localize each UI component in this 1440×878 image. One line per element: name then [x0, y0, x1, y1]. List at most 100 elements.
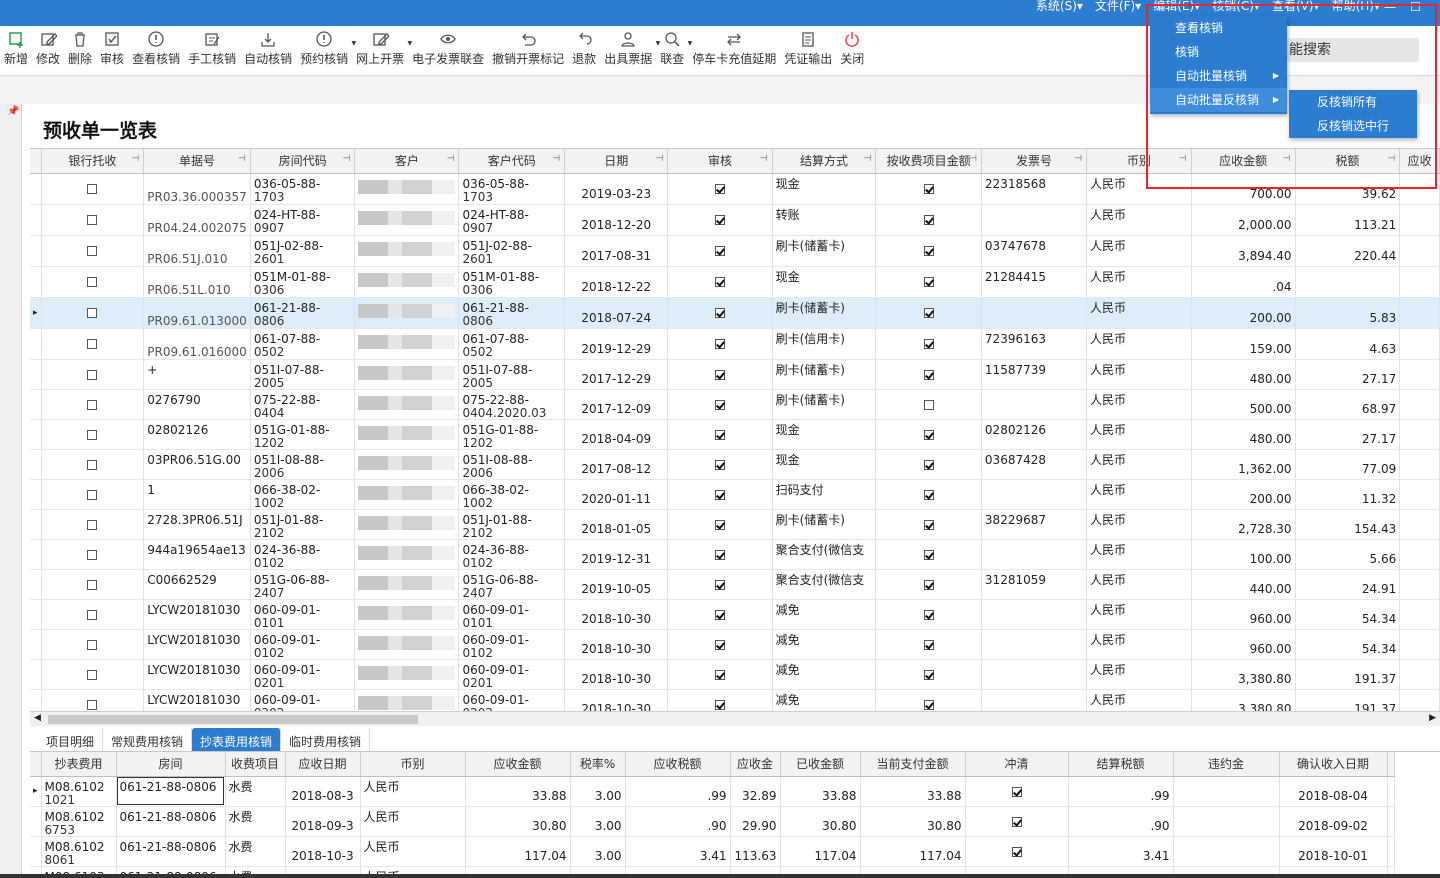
pin-icon[interactable]: ⊣	[864, 154, 872, 164]
table-row[interactable]: PR09.61.016000 061-07-88- 0502 061-07-88- 05…	[30, 328, 1440, 360]
bank-collect-checkbox[interactable]	[87, 459, 98, 470]
pin-icon[interactable]: ⊣	[969, 154, 977, 164]
by-item-checkbox[interactable]	[923, 246, 934, 256]
column-header[interactable]: 应收	[1399, 149, 1440, 174]
tab-1[interactable]: 项目明细	[38, 728, 104, 751]
submenu-item[interactable]: 反核销所有	[1289, 90, 1417, 114]
audit-cell[interactable]	[667, 204, 773, 236]
scroll-left-icon[interactable]: ◀	[34, 713, 41, 723]
bank-collect-checkbox[interactable]	[87, 639, 98, 650]
audit-cell[interactable]	[667, 328, 773, 360]
audit-cell[interactable]	[667, 539, 773, 570]
by-item-checkbox[interactable]	[923, 699, 934, 710]
bank-collect-checkbox[interactable]	[87, 429, 98, 440]
bank-collect-cell[interactable]	[41, 689, 145, 711]
by-item-cell[interactable]	[875, 479, 982, 510]
toolbar-button[interactable]: 自动核销	[240, 26, 296, 75]
maximize-icon[interactable]: ☐	[1410, 1, 1421, 13]
column-header[interactable]: 日期 ⊣	[564, 149, 669, 174]
audit-cell[interactable]	[667, 266, 773, 298]
column-header[interactable]: 币别 ⊣	[1086, 149, 1192, 174]
table-row[interactable]: PR06.51J.010 051J-02-88- 2601 051J-02-88- 26…	[30, 235, 1440, 267]
column-header[interactable]: 银行托收 ⊣	[41, 149, 145, 174]
column-header[interactable]: 单据号 ⊣	[143, 149, 251, 174]
bank-collect-checkbox[interactable]	[87, 489, 98, 500]
bank-collect-cell[interactable]	[41, 509, 145, 540]
clear-cell[interactable]	[965, 866, 1069, 874]
audit-checkbox[interactable]	[715, 184, 726, 194]
by-item-cell[interactable]	[875, 659, 982, 690]
bank-collect-checkbox[interactable]	[87, 549, 98, 560]
table-row[interactable]: PR04.24.002075 024-HT-88- 0907 024-HT-88- 09…	[30, 204, 1440, 236]
column-header[interactable]: 税率%	[570, 752, 626, 777]
table-row[interactable]: ▸ M08.6102 1021 061-21-88-0806 水费 2018-08-3 人民…	[30, 776, 1395, 807]
by-item-cell[interactable]	[875, 509, 982, 540]
pin-icon[interactable]: ⊣	[1179, 154, 1187, 164]
audit-checkbox[interactable]	[715, 549, 726, 560]
bank-collect-cell[interactable]	[41, 389, 145, 420]
by-item-cell[interactable]	[875, 629, 982, 660]
table-row[interactable]: 0276790 075-22-88- 0404 075-22-88- 0404.2020…	[30, 389, 1440, 420]
audit-checkbox[interactable]	[715, 489, 726, 500]
audit-cell[interactable]	[667, 689, 773, 711]
scroll-thumb[interactable]	[48, 715, 418, 724]
by-item-checkbox[interactable]	[923, 549, 934, 560]
bank-collect-cell[interactable]	[41, 599, 145, 630]
audit-cell[interactable]	[667, 479, 773, 510]
toolbar-button[interactable]: 停车卡充值延期	[688, 26, 780, 75]
clear-checkbox[interactable]	[1011, 846, 1022, 857]
bank-collect-checkbox[interactable]	[87, 609, 98, 620]
menu-item[interactable]: 核销(C)▾	[1212, 0, 1260, 14]
audit-checkbox[interactable]	[715, 215, 726, 225]
column-header[interactable]: 结算税额	[1068, 752, 1174, 777]
bank-collect-cell[interactable]	[41, 328, 145, 360]
tab-3[interactable]: 抄表费用核销	[192, 728, 282, 751]
toolbar-button[interactable]: 出具票据 ▼	[600, 26, 660, 75]
audit-cell[interactable]	[667, 629, 773, 660]
audit-cell[interactable]	[667, 419, 773, 450]
bank-collect-cell[interactable]	[41, 479, 145, 510]
column-header[interactable]: 确认收入日期	[1279, 752, 1388, 777]
pin-icon[interactable]: ⊣	[342, 154, 350, 164]
audit-checkbox[interactable]	[715, 609, 726, 620]
minimize-icon[interactable]: —	[1384, 1, 1396, 13]
column-header[interactable]: 税额 ⊣	[1295, 149, 1401, 174]
bank-collect-checkbox[interactable]	[87, 519, 98, 530]
by-item-checkbox[interactable]	[923, 308, 934, 318]
horizontal-scrollbar[interactable]: ◀ ▶	[30, 711, 1440, 726]
bank-collect-checkbox[interactable]	[87, 579, 98, 590]
menu-item[interactable]: 自动批量核销 ▶	[1150, 64, 1287, 88]
column-header[interactable]: 应收金	[730, 752, 781, 777]
bank-collect-checkbox[interactable]	[87, 277, 98, 287]
by-item-cell[interactable]	[875, 389, 982, 420]
column-header[interactable]: 收费项目	[225, 752, 286, 777]
audit-cell[interactable]	[667, 509, 773, 540]
by-item-cell[interactable]	[875, 569, 982, 600]
by-item-cell[interactable]	[875, 449, 982, 480]
column-header[interactable]: 应收金额	[465, 752, 571, 777]
column-header[interactable]: 客户 ⊣	[354, 149, 460, 174]
toolbar-button[interactable]: 凭证输出	[780, 26, 836, 75]
audit-cell[interactable]	[667, 569, 773, 600]
audit-checkbox[interactable]	[715, 369, 726, 380]
menu-item[interactable]: 查看(V)▾	[1272, 0, 1320, 14]
bank-collect-cell[interactable]	[41, 539, 145, 570]
pin-icon[interactable]: ⊣	[1283, 154, 1291, 164]
audit-cell[interactable]	[667, 297, 773, 329]
pin-icon[interactable]: ⊣	[1074, 154, 1082, 164]
by-item-checkbox[interactable]	[923, 277, 934, 287]
column-header[interactable]: 抄表费用	[41, 752, 117, 777]
menu-item[interactable]: 查看核销	[1150, 16, 1287, 40]
table-row[interactable]: LYCW20181030 060-09-01- 0201 060-09-01- 0201…	[30, 659, 1440, 690]
column-header[interactable]: 发票号 ⊣	[981, 149, 1088, 174]
by-item-checkbox[interactable]	[923, 369, 934, 380]
submenu-item[interactable]: 反核销选中行	[1289, 114, 1417, 138]
pin-icon[interactable]: 📌	[7, 106, 19, 117]
by-item-checkbox[interactable]	[923, 669, 934, 680]
bank-collect-checkbox[interactable]	[87, 246, 98, 256]
toolbar-button[interactable]: 撤销开票标记	[488, 26, 568, 75]
bank-collect-cell[interactable]	[41, 173, 145, 205]
toolbar-button[interactable]: 退款	[568, 26, 600, 75]
room-cell[interactable]: 061-21-88-0806	[116, 776, 226, 807]
by-item-cell[interactable]	[875, 173, 982, 205]
